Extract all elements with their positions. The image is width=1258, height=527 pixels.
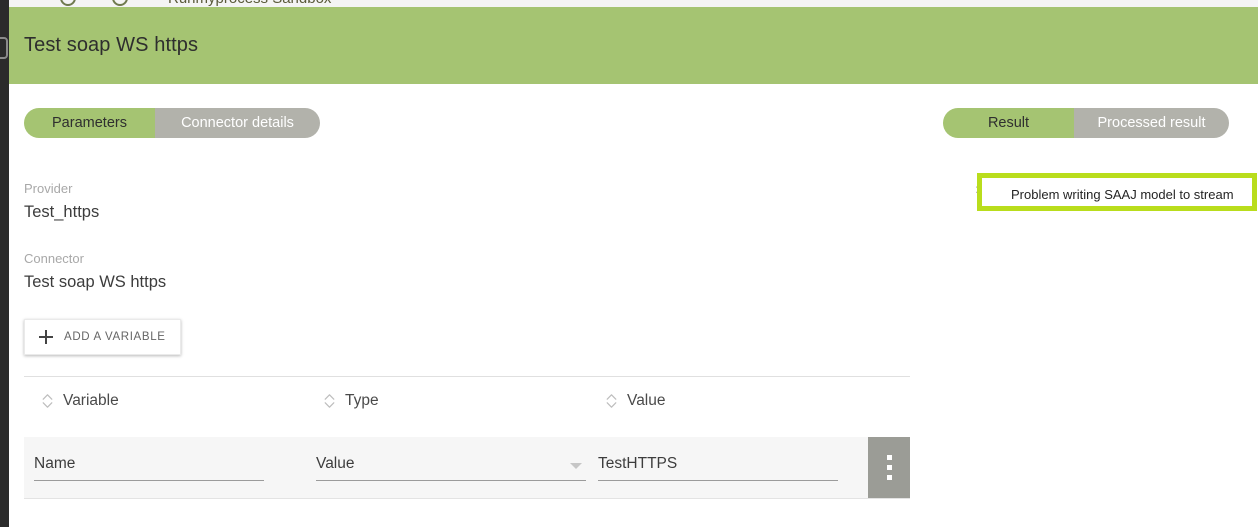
tab-result[interactable]: Result: [943, 108, 1074, 138]
tab-parameters-label: Parameters: [52, 115, 127, 131]
forward-circle-icon[interactable]: [112, 0, 128, 6]
connector-label: Connector: [24, 251, 84, 266]
tab-parameters[interactable]: Parameters: [24, 108, 155, 138]
sort-updown-icon: [606, 394, 617, 408]
tab-result-label: Result: [987, 115, 1030, 131]
result-highlight-annotation: Problem writing SAAJ model to stream: [977, 173, 1257, 211]
page-title: Test soap WS https: [24, 34, 199, 56]
variable-value-value: TestHTTPS: [598, 455, 678, 472]
add-variable-label: ADD A VARIABLE: [64, 331, 166, 343]
provider-label: Provider: [24, 181, 73, 196]
app-chrome-title: Runmyprocess Sandbox: [168, 0, 331, 7]
variable-value-input[interactable]: TestHTTPS: [598, 451, 838, 481]
variable-type-value: Value: [316, 455, 355, 472]
variable-type-select[interactable]: Value: [316, 451, 586, 481]
kebab-menu-icon: [886, 475, 892, 480]
tab-processed-result[interactable]: Processed result: [1074, 108, 1229, 138]
add-variable-button[interactable]: ADD A VARIABLE: [24, 319, 181, 355]
table-row: Name Value TestHTTPS: [24, 437, 910, 499]
page-header: Test soap WS https: [9, 7, 1258, 84]
chevron-down-icon: [570, 463, 582, 469]
tab-processed-result-label: Processed result: [1097, 115, 1206, 131]
variable-name-input[interactable]: Name: [34, 451, 264, 481]
table-header-row: Variable Type Value: [24, 392, 910, 418]
column-header-type-label: Type: [345, 392, 379, 409]
provider-value: Test_https: [24, 203, 100, 221]
kebab-menu-icon: [886, 455, 892, 460]
kebab-menu-icon: [886, 465, 892, 470]
provider-field: Provider Test_https: [24, 180, 99, 224]
column-header-type[interactable]: Type: [324, 392, 379, 410]
application-window: Runmyprocess Sandbox Test soap WS https …: [0, 0, 1258, 527]
column-header-value[interactable]: Value: [606, 392, 666, 410]
result-tabs: Result Processed result: [943, 108, 1229, 138]
left-navigation-rail[interactable]: [0, 0, 9, 527]
sort-updown-icon: [42, 394, 53, 408]
app-chrome-strip: Runmyprocess Sandbox: [0, 0, 1258, 7]
column-header-variable[interactable]: Variable: [42, 392, 119, 410]
connector-value: Test soap WS https: [24, 273, 167, 291]
table-divider: [24, 376, 910, 377]
column-header-value-label: Value: [627, 392, 666, 409]
row-menu-button[interactable]: [868, 437, 910, 498]
back-circle-icon[interactable]: [60, 0, 76, 6]
plus-icon: [39, 330, 53, 344]
tab-connector-details-label: Connector details: [181, 115, 294, 131]
parameters-tabs: Parameters Connector details: [24, 108, 320, 138]
result-panel: : Problem writing SAAJ model to stream: [943, 160, 1258, 230]
sort-updown-icon: [324, 394, 335, 408]
connector-field: Connector Test soap WS https: [24, 250, 166, 294]
tab-connector-details[interactable]: Connector details: [155, 108, 320, 138]
variable-name-value: Name: [34, 455, 76, 472]
menu-rail-icon[interactable]: [0, 36, 9, 62]
result-message: Problem writing SAAJ model to stream: [1011, 187, 1234, 202]
column-header-variable-label: Variable: [63, 392, 119, 409]
